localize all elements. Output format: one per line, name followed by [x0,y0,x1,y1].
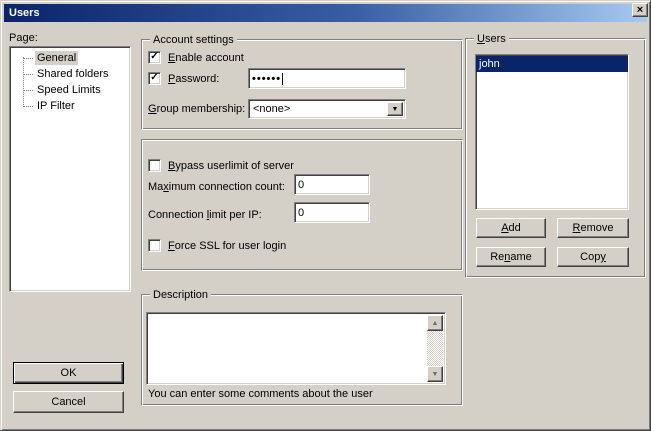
ok-button[interactable]: OK [13,362,124,384]
maximum-connection-count-value: 0 [298,179,304,191]
password-masked-value: •••••• [252,73,281,85]
tree-item-label: IP Filter [35,99,77,113]
checkmark-icon: ✓ [150,72,158,83]
rename-button[interactable]: Rename [476,247,546,267]
page-label: Page: [9,32,38,45]
group-membership-selected-value: <none> [253,103,290,115]
tree-branch-line [23,58,33,59]
copy-button[interactable]: Copy [557,247,629,267]
tree-item-ip-filter[interactable]: IP Filter [10,98,130,114]
tree-branch-line [23,90,33,91]
dropdown-button[interactable]: ▼ [387,102,403,116]
description-group-title: Description [150,289,211,301]
scroll-up-icon: ▲ [432,320,439,327]
scroll-up-button[interactable]: ▲ [427,315,443,331]
connection-limit-per-ip-label: Connection limit per IP: [148,209,262,222]
checkmark-icon: ✓ [150,51,158,62]
bypass-userlimit-label: Bypass userlimit of server [168,160,294,173]
description-scrollbar[interactable]: ▲ ▼ [427,315,443,382]
tree-item-label: General [35,51,78,65]
password-label: Password: [168,73,219,86]
users-dialog: Users × Page: General Shared folders Spe… [0,0,651,431]
description-textarea[interactable]: ▲ ▼ [146,312,446,385]
group-membership-dropdown[interactable]: <none> ▼ [248,99,406,119]
users-group: Users john Add Remove Rename Copy [465,38,646,278]
users-group-title: Users [474,33,509,45]
enable-account-label: Enable account [168,52,244,65]
maximum-connection-count-input[interactable]: 0 [294,174,370,195]
tree-item-general[interactable]: General [10,50,130,66]
tree-branch-line [23,106,33,107]
force-ssl-checkbox[interactable] [148,239,161,252]
cancel-button[interactable]: Cancel [13,391,124,413]
password-checkbox[interactable]: ✓ [148,72,161,85]
remove-button[interactable]: Remove [557,218,629,238]
title-bar[interactable]: Users [4,4,647,22]
tree-item-shared-folders[interactable]: Shared folders [10,66,130,82]
connection-limits-group: Bypass userlimit of server Maximum conne… [141,139,463,271]
add-button[interactable]: Add [476,218,546,238]
user-name: john [479,58,500,70]
force-ssl-label: Force SSL for user login [168,240,286,253]
account-settings-group: Account settings ✓ Enable account ✓ Pass… [141,39,463,130]
tree-item-label: Shared folders [35,67,111,81]
maximum-connection-count-label: Maximum connection count: [148,181,285,194]
scroll-down-icon: ▼ [432,371,439,378]
text-caret [282,73,283,85]
tree-item-label: Speed Limits [35,83,103,97]
connection-limit-per-ip-value: 0 [298,207,304,219]
bypass-userlimit-checkbox[interactable] [148,159,161,172]
account-settings-group-title: Account settings [150,34,237,46]
description-hint: You can enter some comments about the us… [148,388,373,400]
connection-limit-per-ip-input[interactable]: 0 [294,202,370,223]
chevron-down-icon: ▼ [392,106,399,113]
close-icon: × [637,5,643,15]
description-group: Description ▲ ▼ You can enter some comme… [141,294,463,406]
scroll-down-button[interactable]: ▼ [427,366,443,382]
enable-account-checkbox[interactable]: ✓ [148,51,161,64]
users-listbox[interactable]: john [475,54,629,210]
close-button[interactable]: × [632,3,648,17]
password-input[interactable]: •••••• [248,68,406,89]
tree-branch-line [23,74,33,75]
window-title: Users [4,7,40,19]
page-tree[interactable]: General Shared folders Speed Limits IP F… [9,46,131,292]
user-list-item[interactable]: john [476,56,628,72]
group-membership-label: Group membership: [148,103,245,116]
tree-item-speed-limits[interactable]: Speed Limits [10,82,130,98]
